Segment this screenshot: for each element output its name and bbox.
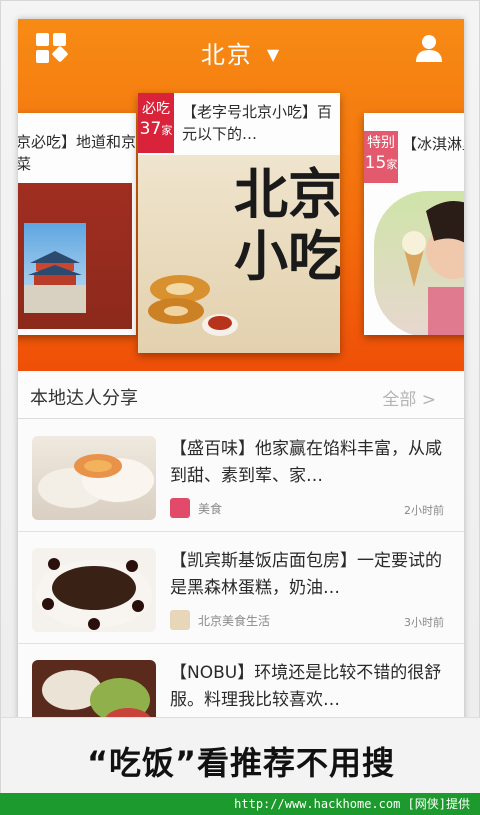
list-item[interactable]: 【盛百味】他家赢在馅料丰富，从咸到甜、素到荤、家… 美食 2小时前	[18, 420, 464, 532]
food-illustration	[148, 275, 238, 336]
city-label: 北京	[200, 41, 253, 69]
app-screen: 北京 ▼ 京必吃】地道和京菜 必吃 37家 【老字号北京小吃】百元以下的… 北京…	[18, 19, 464, 779]
item-time: 3小时前	[404, 616, 444, 629]
see-all-link[interactable]: 全部 >	[382, 385, 436, 410]
card-title: 【冰淇淋里有好吃	[402, 135, 464, 153]
cake-thumbnail	[32, 548, 156, 632]
item-text: 【盛百味】他家赢在馅料丰富，从咸到甜、素到荤、家…	[170, 439, 442, 486]
badge-special: 特别 15家	[364, 131, 398, 183]
badge-label: 特别	[367, 135, 395, 151]
card-title: 京必吃】地道和京菜	[18, 133, 136, 173]
badge-unit: 家	[161, 124, 173, 137]
watermark-footer: http://www.hackhome.com [网侠]提供	[0, 793, 480, 815]
city-selector[interactable]: 北京 ▼	[18, 35, 464, 70]
promo-banner: “吃饭”看推荐不用搜	[1, 717, 480, 794]
item-source: 北京美食生活	[198, 614, 271, 628]
dumpling-thumbnail	[32, 436, 156, 520]
promo-text: “吃饭”看推荐不用搜	[86, 744, 396, 782]
list-item[interactable]: 【凯宾斯基饭店面包房】一定要试的是黑森林蛋糕，奶油… 北京美食生活 3小时前	[18, 532, 464, 644]
temple-image	[24, 223, 86, 313]
card-title: 【老字号北京小吃】百元以下的…	[182, 103, 333, 143]
card-image	[18, 183, 132, 329]
hero-section: 北京 ▼ 京必吃】地道和京菜 必吃 37家 【老字号北京小吃】百元以下的… 北京…	[18, 19, 464, 371]
section-title: 本地达人分享	[30, 388, 138, 409]
user-icon[interactable]	[414, 33, 444, 63]
item-time: 2小时前	[404, 504, 444, 517]
source-avatar	[170, 610, 190, 630]
item-text: 【凯宾斯基饭店面包房】一定要试的是黑森林蛋糕，奶油…	[170, 551, 442, 598]
screenshot-frame: 北京 ▼ 京必吃】地道和京菜 必吃 37家 【老字号北京小吃】百元以下的… 北京…	[0, 0, 480, 794]
share-header: 本地达人分享 全部 >	[18, 371, 464, 419]
badge-unit: 家	[386, 158, 398, 171]
top-bar: 北京 ▼	[18, 19, 464, 81]
book-cover-image: 北京小吃	[138, 155, 340, 353]
badge-count: 15	[364, 153, 387, 173]
badge-count: 37	[139, 119, 162, 139]
recommend-card-right[interactable]: 特别 15家 【冰淇淋里有好吃	[364, 113, 464, 335]
ice-cream-image	[374, 191, 464, 335]
recommend-card-left[interactable]: 京必吃】地道和京菜	[18, 113, 136, 335]
item-text: 【NOBU】环境还是比较不错的很舒服。料理我比较喜欢…	[170, 663, 442, 710]
badge-label: 必吃	[142, 101, 170, 117]
source-avatar	[170, 498, 190, 518]
item-source: 美食	[198, 502, 223, 516]
chevron-down-icon: ▼	[266, 45, 282, 64]
badge-must-eat: 必吃 37家	[138, 93, 174, 153]
book-cover-title: 北京小吃	[234, 162, 340, 288]
recommend-card-center[interactable]: 必吃 37家 【老字号北京小吃】百元以下的… 北京小吃	[138, 93, 340, 353]
